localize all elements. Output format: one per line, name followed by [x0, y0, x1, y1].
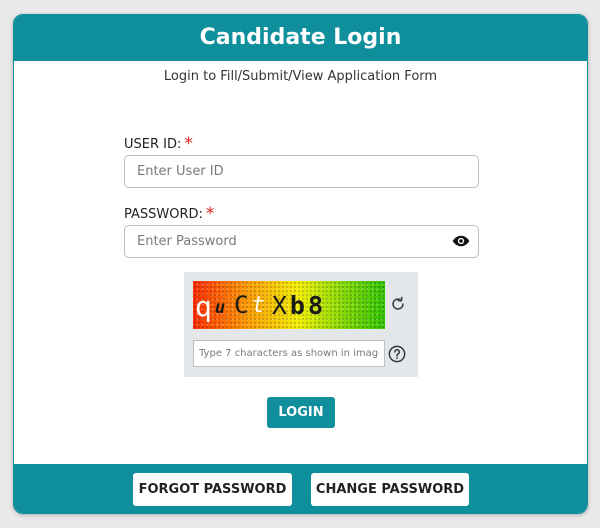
user-id-label: USER ID: * [124, 134, 193, 154]
page-title: Candidate Login [14, 15, 587, 61]
captcha-char: b [289, 290, 308, 320]
eye-icon[interactable] [452, 234, 470, 248]
captcha-char: C [234, 291, 252, 319]
password-label: PASSWORD: * [124, 204, 214, 224]
captcha-input[interactable] [193, 340, 385, 367]
captcha-char: q [195, 289, 215, 323]
login-button[interactable]: LOGIN [267, 397, 335, 428]
refresh-icon[interactable] [389, 295, 407, 313]
captcha-char: 8 [307, 290, 326, 320]
password-input[interactable] [124, 225, 479, 258]
password-label-text: PASSWORD: [124, 207, 203, 222]
captcha-char: t [251, 292, 268, 318]
captcha-image: q u C t X b 8 [193, 281, 385, 329]
user-id-label-text: USER ID: [124, 137, 182, 152]
change-password-button[interactable]: CHANGE PASSWORD [311, 473, 469, 506]
captcha-char: u [214, 298, 229, 318]
required-mark: * [184, 134, 193, 154]
captcha-panel: q u C t X b 8 [184, 272, 418, 377]
login-panel: Candidate Login Login to Fill/Submit/Vie… [13, 14, 588, 514]
captcha-char: X [271, 290, 290, 320]
required-mark: * [205, 204, 215, 224]
forgot-password-button[interactable]: FORGOT PASSWORD [133, 473, 292, 506]
user-id-input[interactable] [124, 155, 479, 188]
question-circle-icon[interactable] [388, 345, 406, 363]
subtitle: Login to Fill/Submit/View Application Fo… [163, 69, 438, 84]
footer-bar: FORGOT PASSWORD CHANGE PASSWORD [14, 464, 587, 513]
captcha-text: q u C t X b 8 [193, 281, 385, 329]
